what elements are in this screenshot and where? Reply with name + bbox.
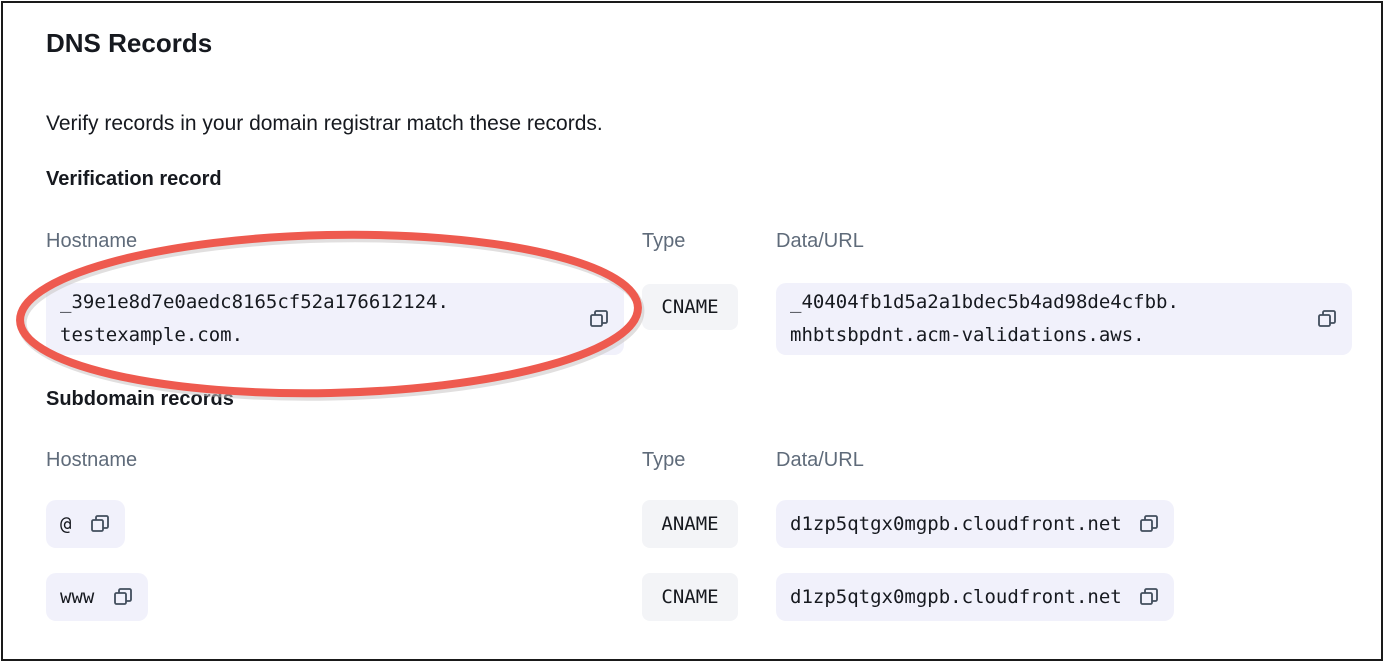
verification-heading: Verification record	[46, 168, 222, 190]
subdomain-row-2-hostname: www	[60, 586, 95, 608]
subdomain-row-1-data: d1zp5qtgx0mgpb.cloudfront.net	[790, 513, 1122, 535]
subdomain-row-1-hostname-chip: @	[46, 500, 126, 548]
subdomain-col-type: Type	[642, 449, 686, 471]
subdomain-row-1-data-chip: d1zp5qtgx0mgpb.cloudfront.net	[776, 500, 1174, 548]
page-description: Verify records in your domain registrar …	[46, 112, 603, 135]
copy-icon[interactable]	[1138, 513, 1160, 535]
subdomain-row-2-type-badge: CNAME	[642, 573, 738, 621]
copy-icon[interactable]	[1316, 308, 1338, 330]
subdomain-col-data: Data/URL	[776, 449, 864, 471]
verification-data-chip: _40404fb1d5a2a1bdec5b4ad98de4cfbb. mhbts…	[776, 283, 1352, 355]
subdomain-heading: Subdomain records	[46, 388, 234, 410]
verification-hostname-chip: _39e1e8d7e0aedc8165cf52a176612124. teste…	[46, 283, 624, 355]
copy-icon[interactable]	[112, 586, 134, 608]
verification-data-line1: _40404fb1d5a2a1bdec5b4ad98de4cfbb.	[790, 291, 1179, 313]
verification-type-badge: CNAME	[642, 284, 738, 330]
verification-hostname-line1: _39e1e8d7e0aedc8165cf52a176612124.	[60, 291, 449, 313]
subdomain-row-1-type-badge: ANAME	[642, 500, 738, 548]
verification-hostname: _39e1e8d7e0aedc8165cf52a176612124. teste…	[60, 286, 572, 352]
verification-data-line2: mhbtsbpdnt.acm-validations.aws.	[790, 324, 1145, 346]
verification-hostname-line2: testexample.com.	[60, 324, 244, 346]
page-title: DNS Records	[46, 28, 213, 58]
copy-icon[interactable]	[1138, 586, 1160, 608]
verification-data: _40404fb1d5a2a1bdec5b4ad98de4cfbb. mhbts…	[790, 286, 1300, 352]
verification-col-data: Data/URL	[776, 230, 864, 252]
subdomain-row-2-data-chip: d1zp5qtgx0mgpb.cloudfront.net	[776, 573, 1174, 621]
verification-col-type: Type	[642, 230, 686, 252]
subdomain-col-hostname: Hostname	[46, 449, 138, 471]
copy-icon[interactable]	[588, 308, 610, 330]
subdomain-row-1-hostname: @	[60, 513, 72, 535]
subdomain-row-2-hostname-chip: www	[46, 573, 149, 621]
copy-icon[interactable]	[89, 513, 111, 535]
verification-col-hostname: Hostname	[46, 230, 138, 252]
subdomain-row-2-data: d1zp5qtgx0mgpb.cloudfront.net	[790, 586, 1122, 608]
